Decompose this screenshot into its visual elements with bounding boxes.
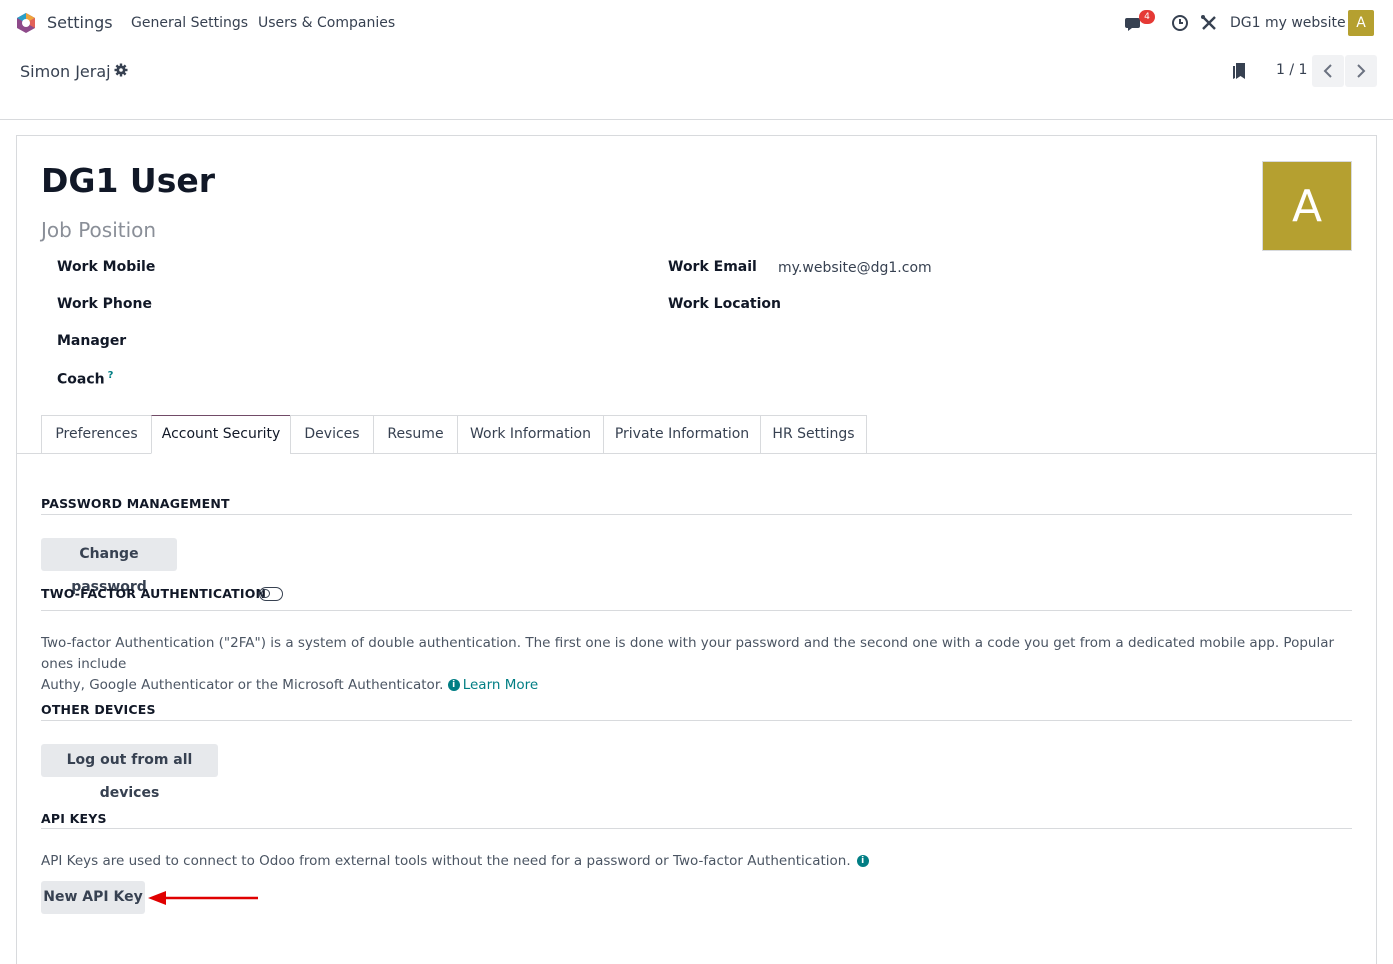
logout-all-devices-button[interactable]: Log out from all devices: [41, 744, 218, 801]
breadcrumb[interactable]: Simon Jeraj: [20, 62, 111, 81]
work-phone-label: Work Phone: [57, 296, 152, 312]
tab-account-security[interactable]: Account Security: [151, 415, 291, 454]
debug-tools-icon[interactable]: [1198, 12, 1220, 34]
tab-private-information[interactable]: Private Information: [603, 415, 761, 454]
pager-next-button[interactable]: [1345, 55, 1377, 87]
annotation-arrow-icon: [148, 891, 258, 905]
two-factor-section-divider: [41, 610, 1352, 611]
pager-previous-button[interactable]: [1312, 55, 1344, 87]
coach-label: Coach?: [57, 370, 113, 388]
info-circle-icon: i: [447, 679, 460, 691]
learn-more-link[interactable]: i Learn More: [447, 677, 539, 693]
tab-resume[interactable]: Resume: [373, 415, 458, 454]
job-position-field[interactable]: Job Position: [41, 218, 156, 242]
message-count-badge: 4: [1139, 10, 1155, 24]
work-mobile-label: Work Mobile: [57, 259, 156, 275]
api-keys-description: API Keys are used to connect to Odoo fro…: [41, 851, 872, 872]
manager-label: Manager: [57, 333, 127, 349]
form-sheet: DG1 User Job Position A Work Mobile Work…: [16, 135, 1377, 964]
two-factor-description-line-1: Two-factor Authentication ("2FA") is a s…: [41, 635, 1335, 672]
menu-general-settings[interactable]: General Settings: [131, 15, 248, 31]
toggle-knob: [261, 589, 270, 598]
two-factor-description-line-2: Authy, Google Authenticator or the Micro…: [41, 677, 444, 693]
app-title[interactable]: Settings: [47, 13, 113, 32]
control-panel: Simon Jeraj 1 / 1: [0, 46, 1393, 120]
pager-value[interactable]: 1 / 1: [1276, 62, 1307, 78]
password-section-divider: [41, 514, 1352, 515]
employee-avatar[interactable]: A: [1262, 161, 1352, 251]
learn-more-label: Learn More: [462, 677, 539, 693]
two-factor-title: TWO-FACTOR AUTHENTICATION: [41, 586, 267, 601]
work-email-label: Work Email: [668, 259, 757, 275]
api-keys-info-icon[interactable]: i: [856, 855, 869, 867]
employee-name[interactable]: DG1 User: [41, 161, 215, 200]
bookmark-icon[interactable]: [1232, 62, 1248, 80]
work-location-label: Work Location: [668, 296, 782, 312]
tab-preferences[interactable]: Preferences: [41, 415, 152, 454]
user-avatar[interactable]: A: [1348, 10, 1374, 36]
two-factor-toggle[interactable]: [259, 587, 283, 601]
new-api-key-button[interactable]: New API Key: [41, 881, 145, 914]
two-factor-description: Two-factor Authentication ("2FA") is a s…: [41, 633, 1351, 696]
coach-help-tooltip[interactable]: ?: [108, 370, 114, 381]
api-keys-description-text: API Keys are used to connect to Odoo fro…: [41, 853, 851, 869]
api-keys-title: API KEYS: [41, 811, 107, 826]
other-devices-title: OTHER DEVICES: [41, 702, 156, 717]
gear-icon[interactable]: [114, 63, 128, 77]
tab-hr-settings[interactable]: HR Settings: [760, 415, 867, 454]
tab-work-information[interactable]: Work Information: [457, 415, 604, 454]
api-keys-section-divider: [41, 828, 1352, 829]
odoo-app-logo-icon[interactable]: [15, 12, 37, 34]
chevron-left-icon: [1323, 64, 1332, 78]
chevron-right-icon: [1357, 64, 1366, 78]
top-navbar: Settings General Settings Users & Compan…: [0, 0, 1393, 46]
change-password-button[interactable]: Change password: [41, 538, 177, 595]
work-email-field[interactable]: my.website@dg1.com: [778, 260, 932, 276]
coach-label-text: Coach: [57, 371, 105, 388]
tab-devices[interactable]: Devices: [290, 415, 374, 454]
menu-users-companies[interactable]: Users & Companies: [258, 15, 395, 31]
company-switcher[interactable]: DG1 my website: [1230, 15, 1346, 31]
other-devices-section-divider: [41, 720, 1352, 721]
password-management-title: PASSWORD MANAGEMENT: [41, 496, 230, 511]
clock-activity-icon[interactable]: [1169, 12, 1191, 34]
